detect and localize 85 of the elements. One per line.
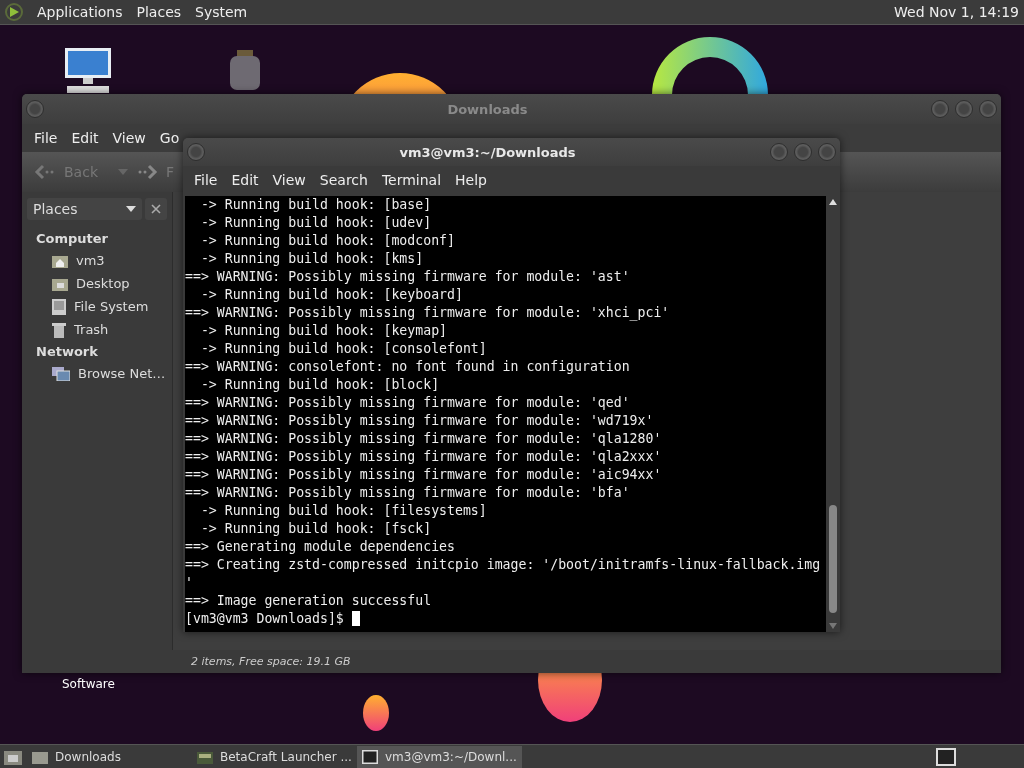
menu-item[interactable]: View	[106, 130, 154, 146]
minimize-button[interactable]	[931, 100, 949, 118]
menu-item[interactable]: Search	[314, 172, 377, 188]
sidebar-item[interactable]: File System	[74, 299, 149, 314]
maximize-button[interactable]	[794, 143, 812, 161]
menu-item[interactable]: Go	[153, 130, 188, 146]
close-button[interactable]	[818, 143, 836, 161]
status-text: 2 items, Free space: 19.1 GB	[191, 655, 351, 668]
sidebar-section-title: Computer	[35, 230, 110, 248]
trash-icon	[52, 321, 66, 338]
clock[interactable]: Wed Nov 1, 14:19	[889, 4, 1024, 20]
desktop-icon-label[interactable]: Software	[62, 677, 115, 691]
sidebar-item[interactable]: vm3	[76, 253, 105, 268]
scroll-down-icon[interactable]	[829, 623, 837, 629]
caret-icon	[126, 206, 136, 212]
terminal-line: -> Running build hook: [consolefont]	[199, 341, 487, 356]
network-icon	[52, 366, 70, 381]
terminal-line: ==> Image generation successful	[185, 593, 432, 608]
taskbar-button[interactable]: vm3@vm3:~/Downl...	[357, 745, 522, 768]
terminal-line: ==> WARNING: Possibly missing firmware for module: 'ast'	[185, 269, 630, 284]
menu-item[interactable]: File	[28, 130, 66, 146]
workspace-switcher[interactable]	[936, 747, 956, 766]
terminal-icon	[362, 749, 378, 764]
maximize-button[interactable]	[955, 100, 973, 118]
places-dropdown[interactable]: Places	[27, 198, 142, 220]
menu-item[interactable]: Help	[450, 172, 496, 188]
caret-icon[interactable]	[118, 169, 128, 175]
sidebar-item[interactable]: Desktop	[76, 276, 130, 291]
terminal-line: -> Running build hook: [udev]	[199, 215, 432, 230]
window-menu-button[interactable]	[26, 100, 44, 118]
show-desktop-icon[interactable]	[4, 748, 22, 765]
sidebar-section-title: Network	[35, 343, 99, 361]
menu-logo-icon[interactable]	[4, 2, 24, 22]
folder-icon	[52, 276, 68, 291]
terminal-line: ==> WARNING: consolefont: no font found in configuration	[185, 359, 630, 374]
terminal-line: -> Running build hook: [fsck]	[199, 521, 432, 536]
close-icon	[151, 204, 161, 214]
menu-item[interactable]: Edit	[65, 130, 107, 146]
terminal-line: '	[185, 575, 193, 590]
terminal-line: -> Running build hook: [keyboard]	[199, 287, 463, 302]
panel-menu[interactable]: Places	[129, 4, 189, 20]
terminal-line: ==> WARNING: Possibly missing firmware for module: 'qed'	[185, 395, 630, 410]
terminal-line: ==> Generating module dependencies	[185, 539, 455, 554]
menu-item[interactable]: Terminal	[376, 172, 451, 188]
sidebar-item[interactable]: Browse Net…	[78, 366, 166, 381]
terminal-line: -> Running build hook: [keymap]	[199, 323, 447, 338]
window-title: Downloads	[446, 101, 529, 117]
sidebar-item[interactable]: Trash	[74, 322, 109, 337]
menu-item[interactable]: View	[267, 172, 315, 188]
terminal-line: ==> Creating zstd-compressed initcpio image: '/boot/initramfs-linux-fallback.img	[185, 557, 821, 572]
text-cursor	[351, 611, 360, 626]
computer-icon[interactable]	[63, 46, 113, 94]
back-arrow-icon[interactable]	[34, 164, 56, 180]
terminal-prompt: [vm3@vm3 Downloads]$	[185, 611, 345, 626]
window-menu-button[interactable]	[187, 143, 205, 161]
terminal-line: ==> WARNING: Possibly missing firmware for module: 'wd719x'	[185, 413, 654, 428]
terminal-line: ==> WARNING: Possibly missing firmware for module: 'qla2xxx'	[185, 449, 662, 464]
menu-item[interactable]: Edit	[226, 172, 268, 188]
terminal-line: ==> WARNING: Possibly missing firmware for module: 'aic94xx'	[185, 467, 662, 482]
menu-item[interactable]: File	[189, 172, 227, 188]
folder-icon	[32, 749, 48, 764]
terminal-line: -> Running build hook: [block]	[199, 377, 440, 392]
terminal-line: -> Running build hook: [base]	[199, 197, 432, 212]
home-folder-icon	[52, 253, 68, 268]
minimize-button[interactable]	[770, 143, 788, 161]
forward-arrow-icon[interactable]	[136, 164, 158, 180]
taskbar-button[interactable]: BetaCraft Launcher ...	[192, 745, 357, 768]
scrollbar[interactable]	[826, 196, 840, 632]
close-sidebar-button[interactable]	[145, 198, 167, 220]
scrollbar-thumb[interactable]	[829, 505, 837, 613]
taskbar-button[interactable]: Downloads	[27, 745, 192, 768]
close-button[interactable]	[979, 100, 997, 118]
terminal-line: -> Running build hook: [modconf]	[199, 233, 455, 248]
terminal-line: ==> WARNING: Possibly missing firmware for module: 'bfa'	[185, 485, 630, 500]
panel-menu[interactable]: System	[188, 4, 255, 20]
terminal-line: ==> WARNING: Possibly missing firmware for module: 'xhci_pci'	[185, 305, 670, 320]
scroll-up-icon[interactable]	[829, 199, 837, 205]
drive-icon	[52, 298, 66, 315]
terminal-line: -> Running build hook: [filesystems]	[199, 503, 487, 518]
terminal-line: -> Running build hook: [kms]	[199, 251, 424, 266]
app-icon	[197, 749, 213, 764]
panel-menu[interactable]: Applications	[30, 4, 130, 20]
window-title: vm3@vm3:~/Downloads	[398, 144, 577, 160]
jar-icon[interactable]	[228, 48, 262, 92]
terminal-line: ==> WARNING: Possibly missing firmware for module: 'qla1280'	[185, 431, 662, 446]
